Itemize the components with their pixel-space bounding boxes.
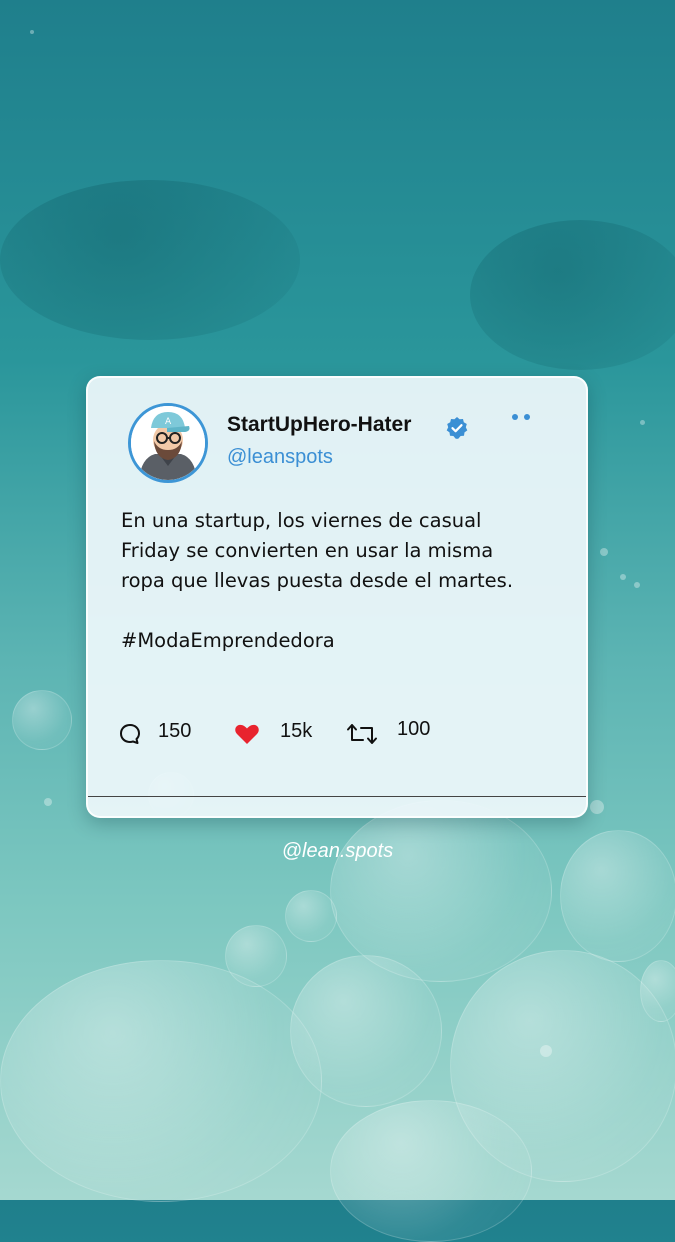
background-bubble bbox=[330, 800, 552, 982]
water-drop bbox=[590, 800, 604, 814]
comment-count: 150 bbox=[158, 720, 192, 742]
tweet-body: En una startup, los viernes de casual Fr… bbox=[121, 506, 561, 656]
water-drop bbox=[30, 30, 34, 34]
background-bubble bbox=[12, 690, 72, 750]
avatar-illustration-icon: A bbox=[131, 406, 205, 480]
water-drop bbox=[44, 798, 52, 806]
background-bubble bbox=[330, 1100, 532, 1242]
background-bubble bbox=[290, 955, 442, 1107]
like-count: 15k bbox=[280, 720, 313, 742]
water-drop bbox=[640, 420, 645, 425]
water-drop bbox=[600, 548, 608, 556]
hashtag-link[interactable]: #ModaEmprendedora bbox=[121, 626, 561, 656]
background-bubble bbox=[640, 960, 675, 1022]
profile-name[interactable]: StartUpHero-Hater bbox=[227, 413, 411, 437]
water-drop bbox=[634, 582, 640, 588]
background-bubble bbox=[470, 220, 675, 370]
background-bubble bbox=[225, 925, 287, 987]
background-bubble bbox=[0, 180, 300, 340]
verified-badge-icon bbox=[446, 417, 468, 439]
profile-handle[interactable]: @leanspots bbox=[227, 446, 333, 469]
avatar[interactable]: A bbox=[128, 403, 208, 483]
retweet-icon[interactable] bbox=[346, 722, 378, 746]
tweet-card: A StartUpHero-Hater @leanspots En una st… bbox=[86, 376, 588, 818]
tweet-actions: 150 15k 100 bbox=[118, 718, 558, 748]
heart-icon[interactable] bbox=[234, 722, 260, 746]
retweet-count: 100 bbox=[397, 718, 431, 740]
background-bubble bbox=[0, 960, 322, 1202]
water-drop bbox=[540, 1045, 552, 1057]
background-bubble bbox=[285, 890, 337, 942]
tweet-line: En una startup, los viernes de casual bbox=[121, 509, 482, 532]
tweet-line: Friday se convierten en usar la misma bbox=[121, 539, 494, 562]
card-divider bbox=[88, 796, 586, 797]
tweet-line: ropa que llevas puesta desde el martes. bbox=[121, 569, 514, 592]
more-options-icon[interactable] bbox=[512, 414, 534, 422]
footer-credit: @lean.spots bbox=[281, 840, 394, 862]
comment-icon[interactable] bbox=[118, 722, 142, 746]
svg-text:A: A bbox=[165, 417, 172, 427]
water-drop bbox=[620, 574, 626, 580]
background-bubble bbox=[450, 950, 675, 1182]
